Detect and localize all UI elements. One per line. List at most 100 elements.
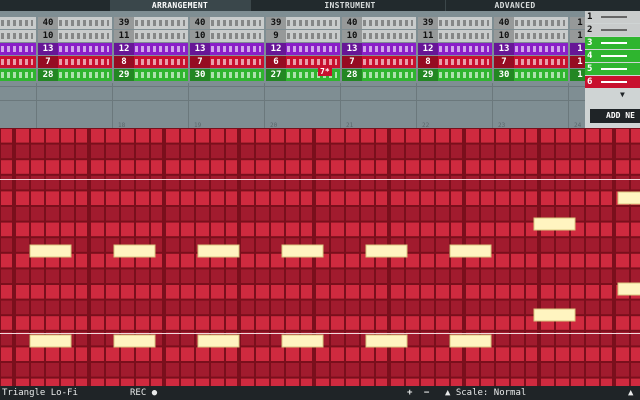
note-cell[interactable] — [31, 316, 44, 330]
note-cell[interactable] — [631, 175, 640, 190]
note-cell[interactable] — [241, 129, 254, 143]
note-cell[interactable] — [31, 129, 44, 143]
note-cell[interactable] — [571, 269, 584, 283]
note-cell[interactable] — [541, 285, 554, 299]
note-cell[interactable] — [586, 269, 599, 283]
note[interactable] — [617, 191, 640, 205]
note-cell[interactable] — [391, 191, 404, 205]
note-cell[interactable] — [436, 378, 449, 386]
note-cell[interactable] — [586, 222, 599, 237]
note-cell[interactable] — [136, 300, 149, 315]
pattern-cell[interactable]: 7 — [494, 56, 568, 68]
note-cell[interactable] — [571, 191, 584, 205]
note-cell[interactable] — [196, 316, 209, 330]
note-cell[interactable] — [46, 191, 59, 205]
note-cell[interactable] — [196, 269, 209, 283]
note-cell[interactable] — [211, 285, 224, 299]
note-cell[interactable] — [16, 191, 29, 205]
note-cell[interactable] — [391, 363, 404, 377]
note-cell[interactable] — [241, 238, 254, 252]
note-cell[interactable] — [256, 222, 269, 237]
pattern-cell[interactable]: 7 — [342, 56, 416, 68]
note-cell[interactable] — [256, 269, 269, 283]
note-cell[interactable] — [316, 378, 329, 386]
note-cell[interactable] — [136, 129, 149, 143]
note-cell[interactable] — [211, 144, 224, 159]
note-cell[interactable] — [391, 300, 404, 315]
note-cell[interactable] — [181, 347, 194, 361]
note-cell[interactable] — [421, 378, 434, 386]
note-cell[interactable] — [256, 285, 269, 299]
note-cell[interactable] — [466, 363, 479, 377]
record-toggle[interactable]: REC ● — [130, 386, 157, 400]
piano-roll-grid[interactable] — [0, 128, 640, 386]
note-cell[interactable] — [571, 160, 584, 174]
pattern-cell[interactable] — [0, 30, 36, 42]
note-cell[interactable] — [46, 347, 59, 361]
note-cell[interactable] — [31, 347, 44, 361]
note-cell[interactable] — [91, 378, 104, 386]
note-cell[interactable] — [421, 129, 434, 143]
note-cell[interactable] — [91, 129, 104, 143]
note-cell[interactable] — [406, 363, 419, 377]
note-cell[interactable] — [436, 222, 449, 237]
note-cell[interactable] — [586, 347, 599, 361]
note-cell[interactable] — [631, 238, 640, 252]
pattern-cell[interactable]: 1 — [570, 43, 585, 55]
pattern-cell[interactable]: 39 — [266, 17, 340, 29]
pattern-cell[interactable]: 39 — [418, 17, 492, 29]
note-cell[interactable] — [331, 191, 344, 205]
note-cell[interactable] — [181, 253, 194, 268]
note-cell[interactable] — [421, 160, 434, 174]
note-cell[interactable] — [211, 378, 224, 386]
note-cell[interactable] — [331, 285, 344, 299]
note-cell[interactable] — [571, 238, 584, 252]
note-cell[interactable] — [286, 207, 299, 221]
note-cell[interactable] — [586, 238, 599, 252]
note-cell[interactable] — [46, 269, 59, 283]
note-cell[interactable] — [256, 300, 269, 315]
note-cell[interactable] — [331, 160, 344, 174]
note-cell[interactable] — [211, 316, 224, 330]
note-cell[interactable] — [466, 129, 479, 143]
note-cell[interactable] — [136, 144, 149, 159]
note-cell[interactable] — [331, 222, 344, 237]
note-cell[interactable] — [316, 285, 329, 299]
note-cell[interactable] — [136, 378, 149, 386]
note-cell[interactable] — [406, 129, 419, 143]
note-cell[interactable] — [406, 285, 419, 299]
note-cell[interactable] — [421, 238, 434, 252]
note-cell[interactable] — [481, 363, 494, 377]
note-cell[interactable] — [511, 269, 524, 283]
note-cell[interactable] — [286, 222, 299, 237]
note-cell[interactable] — [511, 160, 524, 174]
note-cell[interactable] — [196, 222, 209, 237]
note[interactable] — [197, 244, 240, 258]
note-cell[interactable] — [571, 144, 584, 159]
note-cell[interactable] — [496, 191, 509, 205]
note-cell[interactable] — [46, 175, 59, 190]
note-cell[interactable] — [511, 378, 524, 386]
note-cell[interactable] — [586, 129, 599, 143]
note-cell[interactable] — [511, 207, 524, 221]
note-cell[interactable] — [61, 316, 74, 330]
note-cell[interactable] — [256, 316, 269, 330]
pattern-cell[interactable]: 13 — [38, 43, 112, 55]
note-cell[interactable] — [556, 253, 569, 268]
note-cell[interactable] — [91, 207, 104, 221]
note-cell[interactable] — [136, 285, 149, 299]
note-cell[interactable] — [586, 144, 599, 159]
note-cell[interactable] — [121, 378, 134, 386]
note-cell[interactable] — [391, 285, 404, 299]
pattern-cell[interactable] — [0, 43, 36, 55]
note-cell[interactable] — [496, 207, 509, 221]
pattern-cell[interactable]: 10 — [342, 30, 416, 42]
note-cell[interactable] — [406, 269, 419, 283]
note-cell[interactable] — [616, 253, 629, 268]
note-cell[interactable] — [271, 316, 284, 330]
note-cell[interactable] — [466, 191, 479, 205]
note-cell[interactable] — [256, 191, 269, 205]
note-cell[interactable] — [286, 191, 299, 205]
note-cell[interactable] — [361, 191, 374, 205]
note-cell[interactable] — [361, 347, 374, 361]
